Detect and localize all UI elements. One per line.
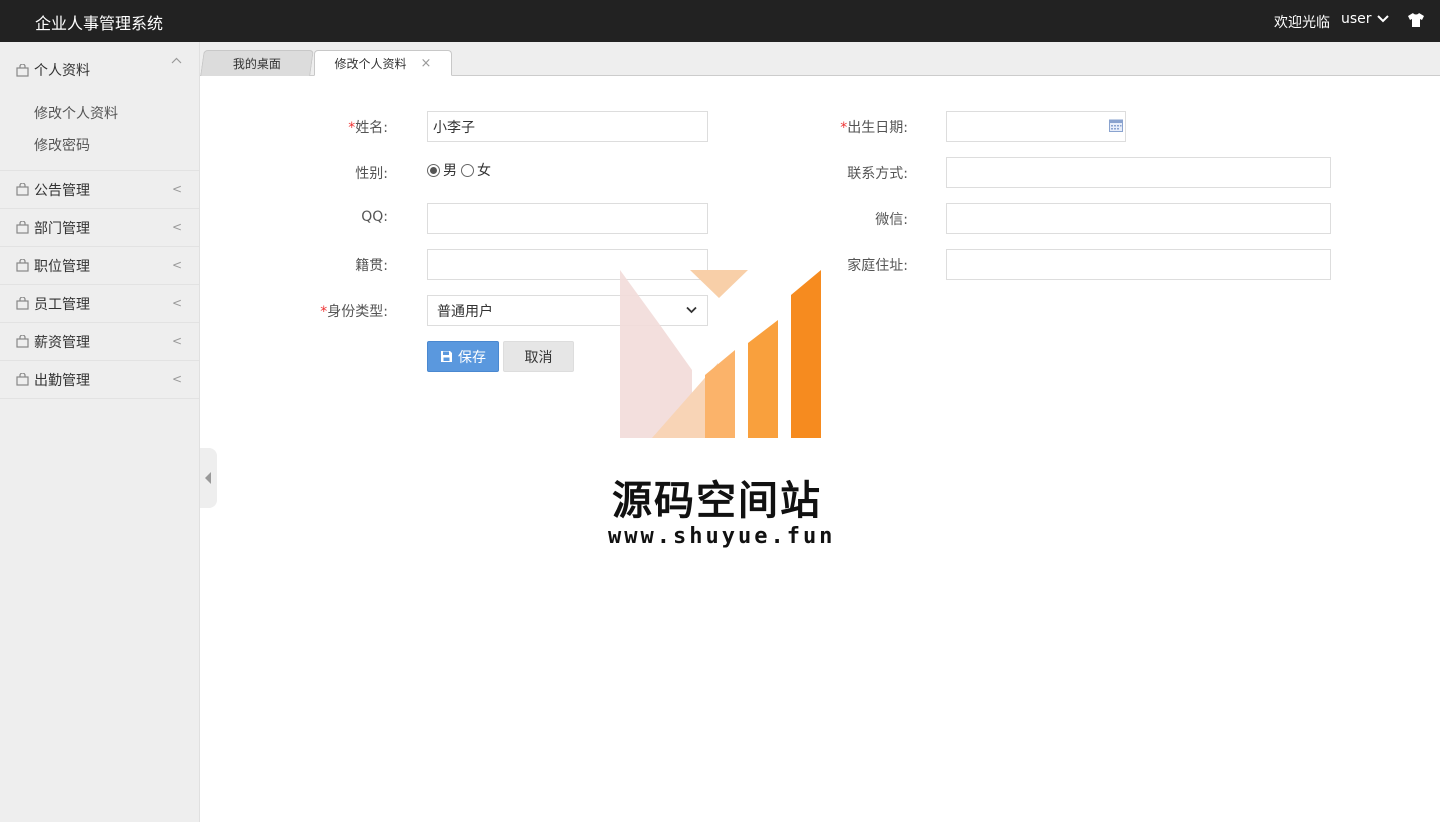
watermark-title: 源码空间站 xyxy=(612,478,822,524)
menu-group-profile: 个人资料 修改个人资料 修改密码 xyxy=(0,42,199,171)
sidebar-item-change-password[interactable]: 修改密码 xyxy=(0,130,199,162)
gender-female-label: 女 xyxy=(477,163,491,179)
save-button-label: 保存 xyxy=(458,349,486,366)
sidebar: 个人资料 修改个人资料 修改密码 公告管理 < 部门管理 < 职位管理 < 员工… xyxy=(0,42,200,822)
bag-icon xyxy=(16,63,29,77)
bag-icon xyxy=(16,373,29,386)
menu-label-department: 部门管理 xyxy=(34,220,90,237)
menu-head-notice[interactable]: 公告管理 < xyxy=(0,171,199,208)
tab-label: 我的桌面 xyxy=(232,57,281,71)
name-label: *姓名: xyxy=(348,120,388,136)
gender-label: 性别: xyxy=(355,166,388,182)
chevron-left-icon: < xyxy=(171,182,182,196)
caret-left-icon xyxy=(205,472,211,484)
sidebar-item-edit-profile[interactable]: 修改个人资料 xyxy=(0,98,199,130)
user-menu[interactable]: user xyxy=(1341,11,1389,27)
identity-select[interactable]: 普通用户 xyxy=(427,295,708,326)
menu-label-profile: 个人资料 xyxy=(34,63,90,79)
close-icon[interactable]: × xyxy=(421,56,432,71)
app-title: 企业人事管理系统 xyxy=(35,14,164,33)
floppy-disk-icon xyxy=(441,351,452,362)
menu-group-employee: 员工管理 < xyxy=(0,285,199,323)
bag-icon xyxy=(16,335,29,348)
menu-head-salary[interactable]: 薪资管理 < xyxy=(0,323,199,360)
chevron-left-icon: < xyxy=(171,296,182,310)
chevron-left-icon: < xyxy=(171,334,182,348)
cancel-button[interactable]: 取消 xyxy=(503,341,574,372)
menu-group-department: 部门管理 < xyxy=(0,209,199,247)
menu-group-attendance: 出勤管理 < xyxy=(0,361,199,399)
menu-label-salary: 薪资管理 xyxy=(34,334,90,351)
bag-icon xyxy=(16,259,29,272)
menu-head-attendance[interactable]: 出勤管理 < xyxy=(0,361,199,398)
bag-icon xyxy=(16,183,29,196)
menu-label-employee: 员工管理 xyxy=(34,296,90,313)
gender-female-radio[interactable] xyxy=(461,163,474,177)
chevron-left-icon: < xyxy=(171,372,182,386)
wechat-label: 微信: xyxy=(875,212,908,228)
sidebar-collapse-handle[interactable] xyxy=(200,448,217,508)
menu-label-position: 职位管理 xyxy=(34,258,90,275)
menu-head-employee[interactable]: 员工管理 < xyxy=(0,285,199,322)
identity-selected-value: 普通用户 xyxy=(437,303,493,320)
tab-edit-profile[interactable]: 修改个人资料 × xyxy=(314,50,452,76)
watermark-url: www.shuyue.fun xyxy=(608,524,836,549)
chevron-down-icon xyxy=(686,306,697,314)
tab-my-desktop[interactable]: 我的桌面 xyxy=(200,50,314,76)
gender-male-radio[interactable] xyxy=(427,163,440,177)
chevron-up-icon xyxy=(171,53,182,67)
menu-head-position[interactable]: 职位管理 < xyxy=(0,247,199,284)
wechat-input[interactable] xyxy=(946,203,1331,234)
gender-male-label: 男 xyxy=(443,163,457,179)
name-input[interactable] xyxy=(427,111,708,142)
menu-group-position: 职位管理 < xyxy=(0,247,199,285)
birth-date-input[interactable] xyxy=(946,111,1126,142)
menu-group-salary: 薪资管理 < xyxy=(0,323,199,361)
chevron-left-icon: < xyxy=(171,220,182,234)
menu-label-attendance: 出勤管理 xyxy=(34,372,90,389)
identity-label: *身份类型: xyxy=(320,304,388,320)
address-label: 家庭住址: xyxy=(847,258,908,274)
qq-input[interactable] xyxy=(427,203,708,234)
tab-label: 修改个人资料 xyxy=(334,56,407,71)
tshirt-icon[interactable] xyxy=(1407,12,1425,28)
address-input[interactable] xyxy=(946,249,1331,280)
menu-head-department[interactable]: 部门管理 < xyxy=(0,209,199,246)
bag-icon xyxy=(16,221,29,234)
welcome-text: 欢迎光临 xyxy=(1274,15,1330,31)
bag-icon xyxy=(16,297,29,310)
calendar-icon[interactable] xyxy=(1109,119,1123,132)
qq-label: QQ: xyxy=(361,209,388,225)
save-button[interactable]: 保存 xyxy=(427,341,499,372)
gender-radio-group: 男 女 xyxy=(427,160,495,180)
hometown-input[interactable] xyxy=(427,249,708,280)
birth-label: *出生日期: xyxy=(840,120,908,136)
menu-head-profile[interactable]: 个人资料 xyxy=(0,42,199,98)
chevron-down-icon xyxy=(1376,15,1389,23)
tab-bar: 我的桌面 修改个人资料 × xyxy=(200,42,1440,76)
chevron-left-icon: < xyxy=(171,258,182,272)
user-name: user xyxy=(1341,11,1372,27)
menu-group-notice: 公告管理 < xyxy=(0,171,199,209)
menu-label-notice: 公告管理 xyxy=(34,182,90,199)
hometown-label: 籍贯: xyxy=(355,258,388,274)
contact-label: 联系方式: xyxy=(847,166,908,182)
contact-input[interactable] xyxy=(946,157,1331,188)
top-header: 企业人事管理系统 欢迎光临 user xyxy=(0,0,1440,42)
